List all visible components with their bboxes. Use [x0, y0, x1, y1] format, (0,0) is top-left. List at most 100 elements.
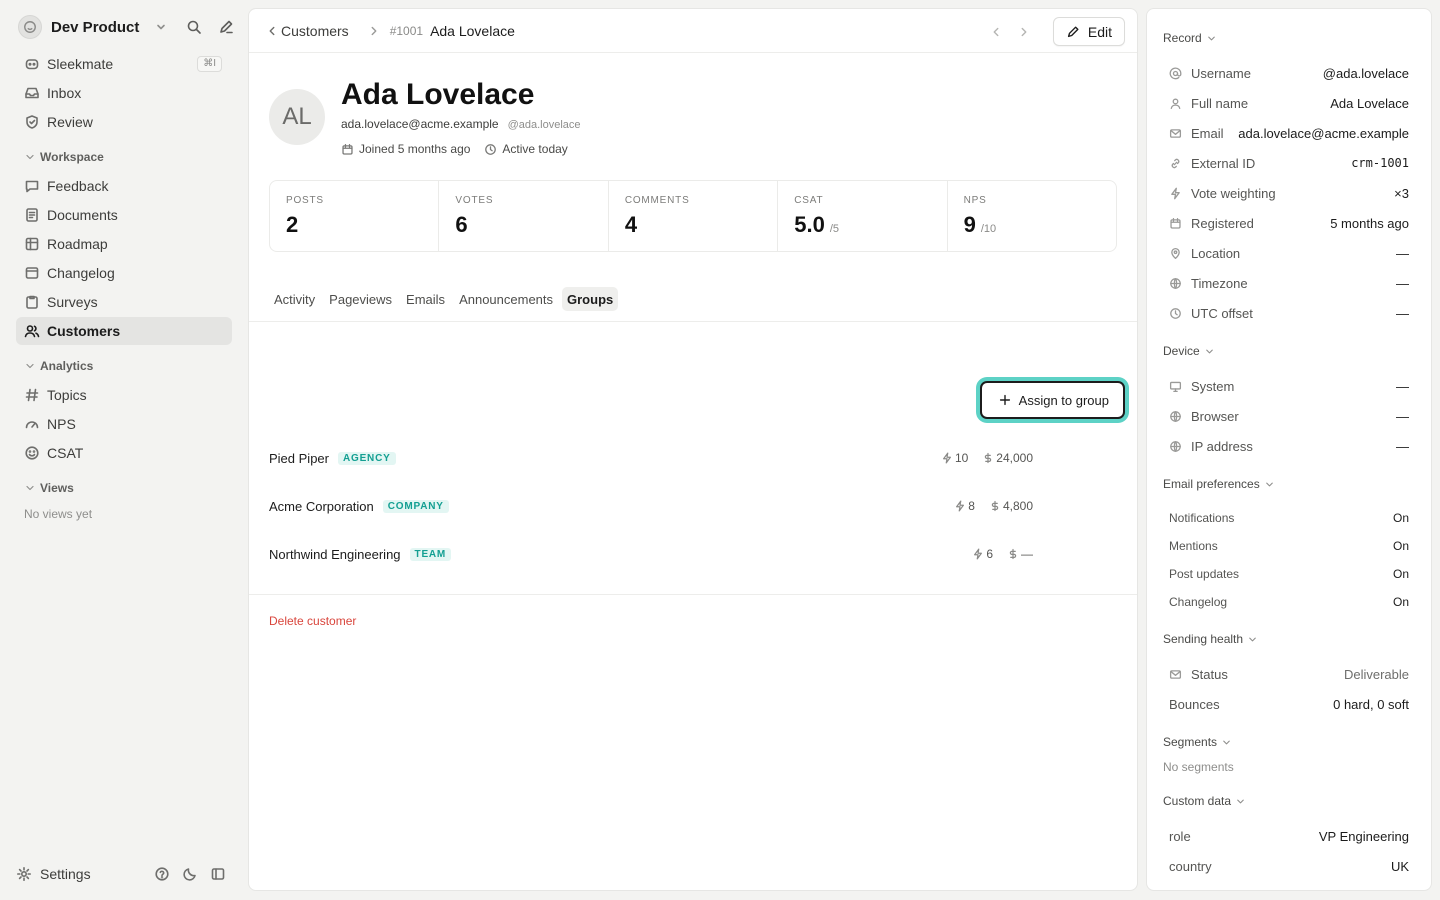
sidebar-toggle-icon[interactable]: [210, 866, 226, 882]
sidebar-item-customers[interactable]: Customers: [16, 317, 232, 345]
sidebar-item-documents[interactable]: Documents: [16, 201, 232, 229]
group-name[interactable]: Pied Piper: [269, 451, 329, 466]
tab-pageviews[interactable]: Pageviews: [324, 287, 397, 311]
sidebar-item-inbox[interactable]: Inbox: [16, 79, 232, 107]
profile-handle: @ada.lovelace: [507, 119, 581, 131]
stat-suffix: /10: [980, 223, 997, 235]
group-revenue: 4,800: [1002, 499, 1033, 513]
edit-button[interactable]: Edit: [1052, 17, 1125, 46]
sidebar-footer: Settings: [16, 862, 232, 886]
next-record-icon[interactable]: [1017, 25, 1031, 39]
sidebar-item-nps[interactable]: NPS: [16, 410, 232, 438]
assign-to-group-button[interactable]: Assign to group: [979, 381, 1125, 419]
views-empty: No views yet: [24, 507, 93, 521]
field-label: External ID: [1191, 155, 1256, 171]
profile-header: AL Ada Lovelace ada.lovelace@acme.exampl…: [269, 79, 581, 156]
sidebar-item-review[interactable]: Review: [16, 108, 232, 136]
section-sending-health[interactable]: Sending health: [1163, 630, 1409, 648]
previous-record-icon[interactable]: [989, 25, 1003, 39]
record-number: #1001: [389, 23, 424, 38]
sidebar-item-topics[interactable]: Topics: [16, 381, 232, 409]
section-views[interactable]: Views: [16, 477, 232, 499]
chevron-down-icon: [1247, 634, 1258, 645]
field-utc-offset[interactable]: UTC offset —: [1163, 298, 1409, 328]
tab-emails[interactable]: Emails: [401, 287, 450, 311]
section-segments[interactable]: Segments: [1163, 733, 1409, 751]
compose-icon[interactable]: [218, 19, 234, 35]
sidebar-item-csat[interactable]: CSAT: [16, 439, 232, 467]
help-icon[interactable]: [154, 866, 170, 882]
sidebar-item-label: Feedback: [47, 178, 109, 194]
section-analytics[interactable]: Analytics: [16, 355, 232, 377]
section-device[interactable]: Device: [1163, 342, 1409, 360]
section-label: Workspace: [40, 150, 104, 164]
sidebar-item-surveys[interactable]: Surveys: [16, 288, 232, 316]
segments-empty: No segments: [1163, 760, 1234, 774]
pref-changelog[interactable]: Changelog On: [1163, 588, 1409, 616]
tab-groups[interactable]: Groups: [562, 287, 619, 311]
field-vote-weighting[interactable]: Vote weighting ×3: [1163, 178, 1409, 208]
pref-mentions[interactable]: Mentions On: [1163, 532, 1409, 560]
field-username[interactable]: Username @ada.lovelace: [1163, 58, 1409, 88]
field-email[interactable]: Email ada.lovelace@acme.example: [1163, 118, 1409, 148]
field-ip-address[interactable]: IP address —: [1163, 431, 1409, 461]
field-label: UTC offset: [1191, 305, 1253, 321]
tab-announcements[interactable]: Announcements: [454, 287, 558, 311]
group-row[interactable]: Pied Piper AGENCY 10 24,000: [269, 434, 1033, 482]
search-icon[interactable]: [186, 19, 202, 35]
field-system[interactable]: System —: [1163, 371, 1409, 401]
bolt-icon: [941, 452, 953, 464]
stat-label: COMMENTS: [624, 195, 690, 206]
field-value: ×3: [1394, 185, 1409, 201]
section-workspace[interactable]: Workspace: [16, 146, 232, 168]
field-browser[interactable]: Browser —: [1163, 401, 1409, 431]
field-registered[interactable]: Registered 5 months ago: [1163, 208, 1409, 238]
group-row[interactable]: Acme Corporation COMPANY 8 4,800: [269, 482, 1033, 530]
chevron-down-icon: [1221, 737, 1232, 748]
pref-notifications[interactable]: Notifications On: [1163, 504, 1409, 532]
group-type-badge: COMPANY: [382, 499, 449, 513]
sidebar-item-changelog[interactable]: Changelog: [16, 259, 232, 287]
custom-field-role[interactable]: role VP Engineering: [1163, 821, 1409, 851]
chevron-left-icon[interactable]: [265, 24, 279, 38]
edit-button-label: Edit: [1087, 23, 1112, 40]
field-full-name[interactable]: Full name Ada Lovelace: [1163, 88, 1409, 118]
section-email-preferences[interactable]: Email preferences: [1163, 475, 1409, 493]
stat-comments: COMMENTS 4: [609, 181, 779, 251]
field-timezone[interactable]: Timezone —: [1163, 268, 1409, 298]
field-label: Notifications: [1169, 511, 1235, 525]
gear-icon[interactable]: [16, 866, 32, 882]
sidebar-item-roadmap[interactable]: Roadmap: [16, 230, 232, 258]
inbox-icon: [24, 85, 40, 101]
custom-field-country[interactable]: country UK: [1163, 851, 1409, 881]
field-value[interactable]: On: [1393, 595, 1409, 609]
group-name[interactable]: Acme Corporation: [269, 499, 374, 514]
sidebar-item-sleekmate[interactable]: Sleekmate ⌘I: [16, 50, 232, 78]
moon-icon[interactable]: [182, 866, 198, 882]
workspace-switcher[interactable]: Dev Product: [18, 14, 234, 40]
settings-link[interactable]: Settings: [40, 866, 91, 882]
field-label: Mentions: [1169, 539, 1218, 553]
topbar: Customers #1001 Ada Lovelace Edit: [249, 9, 1137, 53]
field-value[interactable]: On: [1393, 511, 1409, 525]
sidebar-item-label: Customers: [47, 323, 121, 339]
section-record[interactable]: Record: [1163, 29, 1409, 47]
delete-customer-link[interactable]: Delete customer: [269, 614, 356, 628]
breadcrumb-customers[interactable]: Customers: [281, 23, 349, 39]
stat-csat: CSAT 5.0/5: [778, 181, 948, 251]
field-value[interactable]: On: [1393, 567, 1409, 581]
pref-post-updates[interactable]: Post updates On: [1163, 560, 1409, 588]
group-row[interactable]: Northwind Engineering TEAM 6 —: [269, 530, 1033, 578]
group-name[interactable]: Northwind Engineering: [269, 547, 401, 562]
clock-icon: [1169, 307, 1182, 320]
globe-icon: [1169, 410, 1182, 423]
section-custom-data[interactable]: Custom data: [1163, 792, 1409, 810]
bolt-icon: [972, 548, 984, 560]
field-value[interactable]: On: [1393, 539, 1409, 553]
sidebar-item-feedback[interactable]: Feedback: [16, 172, 232, 200]
tab-activity[interactable]: Activity: [269, 287, 320, 311]
globe-icon: [1169, 277, 1182, 290]
field-external-id[interactable]: External ID crm-1001: [1163, 148, 1409, 178]
field-location[interactable]: Location —: [1163, 238, 1409, 268]
stat-value: 4: [624, 212, 638, 237]
